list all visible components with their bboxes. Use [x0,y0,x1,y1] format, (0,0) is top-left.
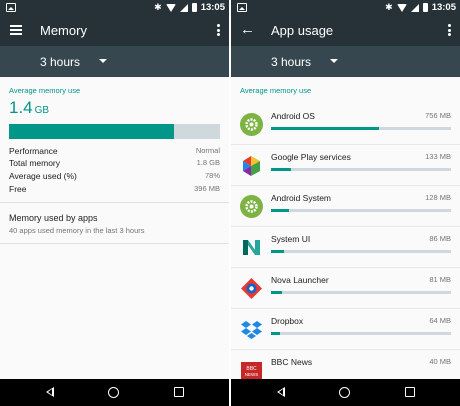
chevron-down-icon [99,59,107,63]
android-gear-icon [240,113,263,136]
app-name: Nova Launcher [271,275,329,285]
app-usage-fill [271,291,282,294]
signal-icon [179,3,188,12]
image-notification-icon [237,3,247,12]
app-usage-bar [271,209,451,212]
app-usage-fill [271,250,284,253]
navigation-bar [0,379,229,406]
app-row-system-ui[interactable]: System UI 86 MB [231,227,460,268]
app-size: 81 MB [429,275,451,284]
system-ui-icon [240,236,263,259]
app-usage-bar [271,332,451,335]
time-range-dropdown[interactable]: 3 hours [0,46,229,77]
more-options-icon[interactable] [448,24,451,38]
home-nav-icon[interactable] [339,387,350,398]
wifi-icon [165,3,176,12]
hamburger-menu-icon[interactable] [10,25,22,35]
back-nav-icon[interactable] [46,387,54,397]
app-size: 64 MB [429,316,451,325]
divider [0,202,229,203]
android-gear-icon [240,195,263,218]
app-size: 86 MB [429,234,451,243]
page-title: App usage [271,23,334,38]
stat-total-memory: Total memory 1.8 GB [9,158,220,168]
more-options-icon[interactable] [217,24,220,38]
memory-used-by-apps-subtitle: 40 apps used memory in the last 3 hours [9,226,145,235]
app-name: BBC News [271,357,313,367]
stat-average-used: Average used (%) 78% [9,171,220,181]
app-row-android-system[interactable]: Android System 128 MB [231,186,460,227]
app-name: Android System [271,193,331,203]
time-range-value: 3 hours [271,55,312,69]
signal-icon [410,3,419,12]
svg-text:NEWS: NEWS [245,372,259,377]
battery-icon [422,3,428,12]
dropbox-icon [240,318,263,341]
nova-launcher-icon [240,277,263,300]
average-memory-value: 1.4 GB [9,98,50,117]
bluetooth-icon: ✱ [385,2,393,12]
wifi-icon [396,3,407,12]
stat-free: Free 396 MB [9,184,220,194]
bluetooth-icon: ✱ [154,2,162,12]
app-usage-bar [271,127,451,130]
app-row-dropbox[interactable]: Dropbox 64 MB [231,309,460,350]
memory-usage-bar [9,124,220,139]
arrow-back-icon[interactable]: ← [240,22,255,38]
app-usage-bar [271,291,451,294]
app-name: Google Play services [271,152,351,162]
recents-nav-icon[interactable] [405,387,415,397]
stat-performance: Performance Normal [9,146,220,156]
clock: 13:05 [431,2,456,13]
image-notification-icon [6,3,16,12]
battery-icon [191,3,197,12]
google-play-services-icon [240,154,263,177]
memory-used-by-apps-title: Memory used by apps [9,213,98,223]
app-usage-fill [271,332,280,335]
chevron-down-icon [330,59,338,63]
app-name: Dropbox [271,316,304,326]
time-range-dropdown[interactable]: 3 hours [231,46,460,77]
home-nav-icon[interactable] [108,387,119,398]
app-usage-screen: ✱ 13:05 ← App usage 3 hours Average memo… [231,0,460,406]
status-bar: ✱ 13:05 [231,0,460,15]
app-size: 40 MB [429,357,451,366]
memory-usage-fill [9,124,174,139]
divider [0,243,229,244]
app-row-google-play-services[interactable]: Google Play services 133 MB [231,145,460,186]
status-bar: ✱ 13:05 [0,0,229,15]
app-usage-fill [271,209,289,212]
app-row-nova-launcher[interactable]: Nova Launcher 81 MB [231,268,460,309]
app-size: 133 MB [425,152,451,161]
recents-nav-icon[interactable] [174,387,184,397]
memory-screen: ✱ 13:05 Memory 3 hours Average memory us… [0,0,229,406]
app-name: System UI [271,234,311,244]
app-row-android-os[interactable]: Android OS 756 MB [231,104,460,145]
app-bar: ← App usage [231,15,460,46]
app-usage-fill [271,127,379,130]
back-nav-icon[interactable] [277,387,285,397]
app-name: Android OS [271,111,315,121]
app-size: 128 MB [425,193,451,202]
clock: 13:05 [200,2,225,13]
time-range-value: 3 hours [40,55,81,69]
app-usage-bar [271,168,451,171]
section-label: Average memory use [9,86,81,95]
navigation-bar [231,379,460,406]
page-title: Memory [40,23,87,38]
app-usage-bar [271,250,451,253]
app-bar: Memory [0,15,229,46]
app-size: 756 MB [425,111,451,120]
app-usage-fill [271,168,291,171]
section-label: Average memory use [240,86,312,95]
